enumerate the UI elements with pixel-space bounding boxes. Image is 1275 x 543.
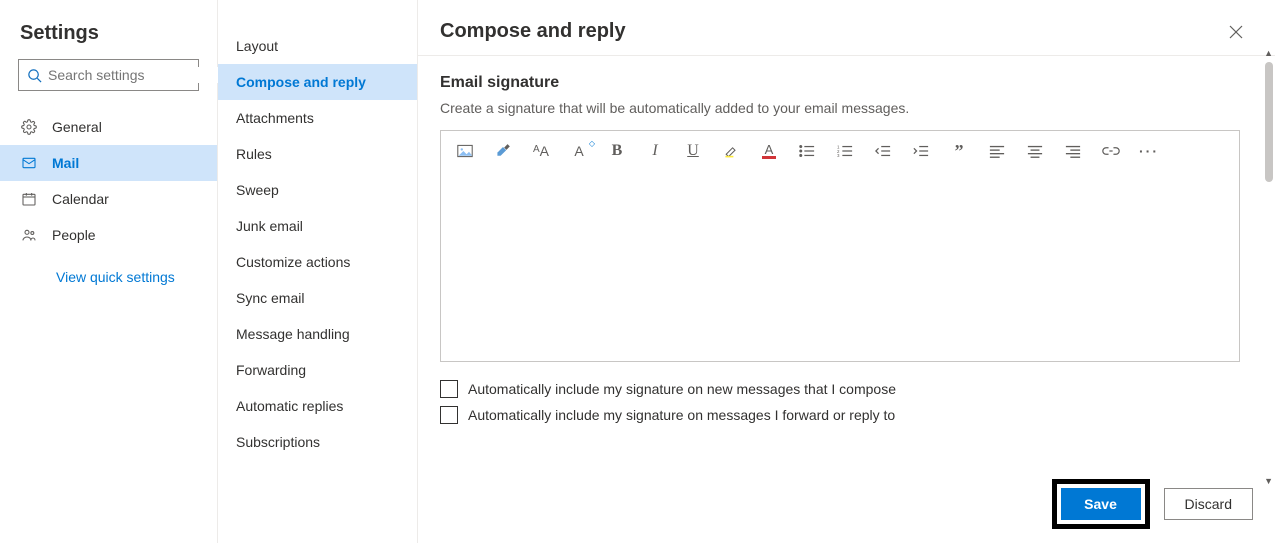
font-color-icon[interactable]: A [759,141,779,161]
nav-mail[interactable]: Mail [0,145,217,181]
outdent-icon[interactable] [873,141,893,161]
signature-editor: AA A◇ B I U A 123 ” ··· [440,130,1240,362]
numbered-list-icon[interactable]: 123 [835,141,855,161]
calendar-icon [20,191,38,207]
scrollbar[interactable]: ▲ ▼ [1263,62,1275,472]
indent-icon[interactable] [911,141,931,161]
settings-sidebar: Settings General Mail Calendar [0,0,218,543]
subnav-rules[interactable]: Rules [218,136,417,172]
highlight-icon[interactable] [721,141,741,161]
checkbox-label: Automatically include my signature on ne… [468,381,896,397]
subnav-layout[interactable]: Layout [218,28,417,64]
search-input[interactable] [48,67,229,83]
format-painter-icon[interactable] [493,141,513,161]
nav-label: Calendar [52,191,109,207]
nav-general[interactable]: General [0,109,217,145]
settings-title: Settings [0,18,217,59]
save-button[interactable]: Save [1061,488,1141,520]
nav-label: Mail [52,155,79,171]
underline-icon[interactable]: U [683,141,703,161]
footer: Save Discard [418,464,1275,543]
subnav-compose-and-reply[interactable]: Compose and reply [218,64,417,100]
bullet-list-icon[interactable] [797,141,817,161]
font-family-icon[interactable]: AA [531,141,551,161]
section-title: Email signature [440,74,1245,92]
align-left-icon[interactable] [987,141,1007,161]
checkbox-label: Automatically include my signature on me… [468,407,895,423]
editor-toolbar: AA A◇ B I U A 123 ” ··· [441,131,1239,171]
nav-label: People [52,227,96,243]
nav-people[interactable]: People [0,217,217,253]
checkbox-box[interactable] [440,380,458,398]
signature-textarea[interactable] [441,171,1239,361]
gear-icon [20,119,38,135]
main-pane: Compose and reply Email signature Create… [418,0,1275,543]
scrollbar-thumb[interactable] [1265,62,1273,182]
font-size-icon[interactable]: A◇ [569,141,589,161]
scroll-up-icon[interactable]: ▲ [1264,48,1273,58]
checkbox-include-new[interactable]: Automatically include my signature on ne… [440,380,1245,398]
bold-icon[interactable]: B [607,141,627,161]
nav-label: General [52,119,102,135]
discard-button[interactable]: Discard [1164,488,1253,520]
insert-link-icon[interactable] [1101,141,1121,161]
save-highlight-box: Save [1052,479,1150,529]
search-wrap [0,59,217,103]
main-header: Compose and reply [418,0,1275,56]
search-icon [27,68,42,83]
italic-icon[interactable]: I [645,141,665,161]
checkbox-include-reply[interactable]: Automatically include my signature on me… [440,406,1245,424]
subnav-customize-actions[interactable]: Customize actions [218,244,417,280]
more-options-icon[interactable]: ··· [1139,141,1159,161]
insert-image-icon[interactable] [455,141,475,161]
scroll-down-icon[interactable]: ▼ [1264,476,1273,486]
align-center-icon[interactable] [1025,141,1045,161]
view-quick-settings-link[interactable]: View quick settings [0,253,217,285]
subnav-forwarding[interactable]: Forwarding [218,352,417,388]
subnav-sweep[interactable]: Sweep [218,172,417,208]
mail-icon [20,155,38,171]
checkbox-box[interactable] [440,406,458,424]
signature-options: Automatically include my signature on ne… [440,380,1245,424]
section-desc: Create a signature that will be automati… [440,100,1245,116]
close-button[interactable] [1225,21,1247,43]
nav-list: General Mail Calendar People [0,109,217,253]
mail-subnav: Layout Compose and reply Attachments Rul… [218,0,418,543]
svg-text:3: 3 [837,153,840,158]
subnav-sync-email[interactable]: Sync email [218,280,417,316]
main-body: Email signature Create a signature that … [418,56,1275,464]
subnav-attachments[interactable]: Attachments [218,100,417,136]
page-title: Compose and reply [440,20,626,43]
nav-calendar[interactable]: Calendar [0,181,217,217]
search-box[interactable] [18,59,199,91]
align-right-icon[interactable] [1063,141,1083,161]
subnav-automatic-replies[interactable]: Automatic replies [218,388,417,424]
subnav-message-handling[interactable]: Message handling [218,316,417,352]
subnav-junk-email[interactable]: Junk email [218,208,417,244]
quote-icon[interactable]: ” [949,141,969,161]
subnav-subscriptions[interactable]: Subscriptions [218,424,417,460]
people-icon [20,227,38,243]
